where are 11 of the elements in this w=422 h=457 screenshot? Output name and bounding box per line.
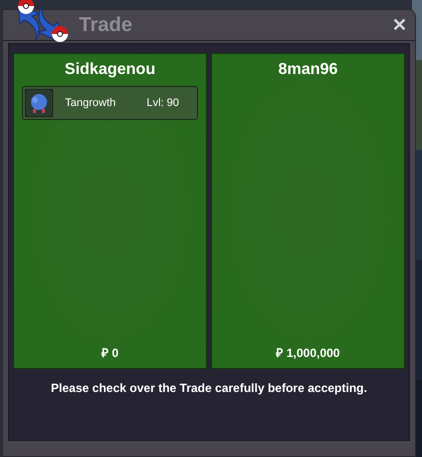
pokemon-slot[interactable]: Tangrowth Lvl: 90 <box>22 86 198 120</box>
pokemon-name: Tangrowth <box>65 96 116 111</box>
player-name: 8man96 <box>277 60 339 80</box>
window-title: Trade <box>79 13 132 38</box>
notice-text: Please check over the Trade carefully before accepting. <box>50 380 368 397</box>
close-button[interactable]: ✕ <box>390 16 409 34</box>
player-name: Sidkagenou <box>64 60 156 80</box>
money-amount: ₽ 0 <box>100 345 120 362</box>
pokemon-level: Lvl: 90 <box>146 96 179 111</box>
creature-icon <box>25 89 53 117</box>
money-amount: ₽ 1,000,000 <box>274 345 341 362</box>
